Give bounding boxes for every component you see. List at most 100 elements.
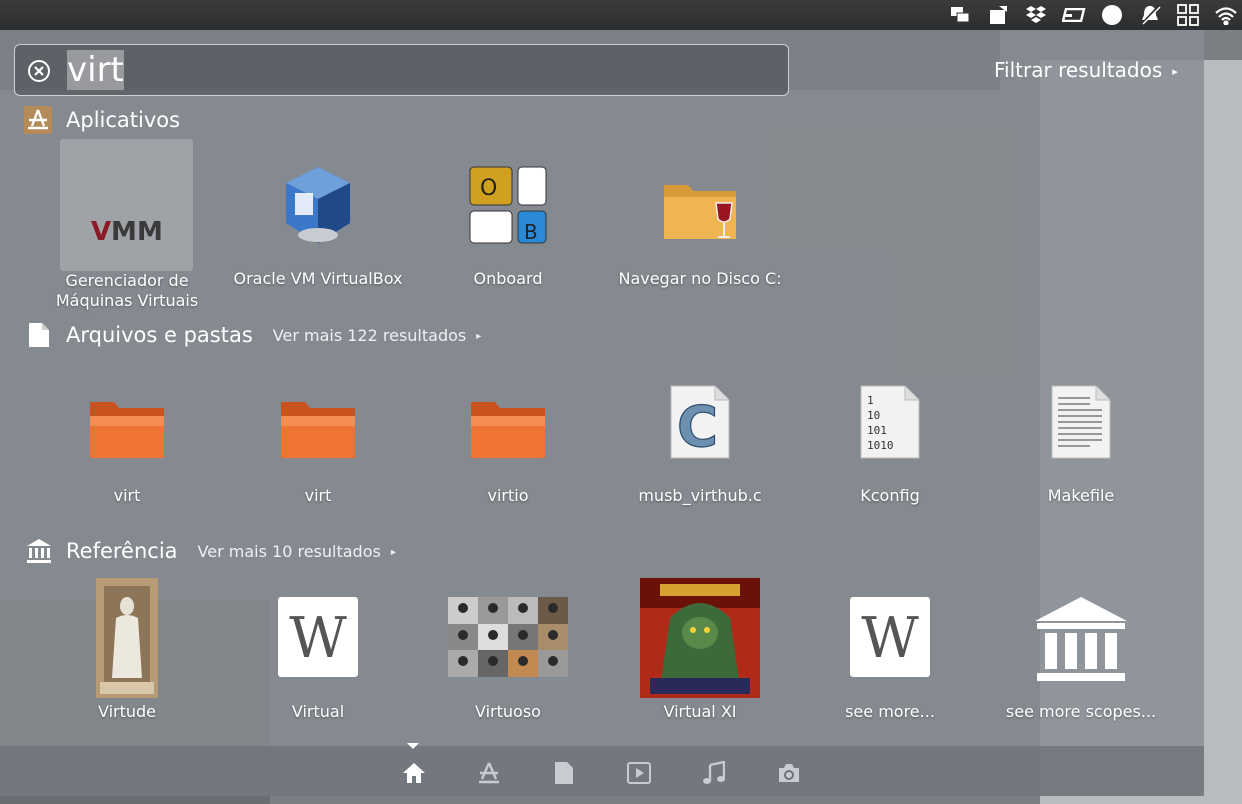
- file-label: virt: [113, 486, 141, 505]
- app-virt-manager[interactable]: VMM Gerenciador de Máquinas Virtuais: [37, 165, 217, 311]
- reference-label: Virtual: [291, 702, 345, 721]
- binary-line: 10: [867, 409, 880, 422]
- category-title: Aplicativos: [66, 108, 181, 132]
- c-glyph: C: [677, 395, 718, 460]
- wine-folder-icon: [610, 165, 790, 245]
- lens-bar: [0, 746, 1204, 796]
- circle-indicator-icon[interactable]: [1100, 3, 1124, 27]
- reference-item[interactable]: Virtude: [37, 576, 217, 722]
- applications-category-icon: [24, 106, 52, 134]
- filter-results-label: Filtrar resultados: [994, 58, 1163, 82]
- file-label: musb_virthub.c: [638, 486, 762, 505]
- notification-muted-icon[interactable]: [1138, 3, 1162, 27]
- file-item[interactable]: virt: [37, 380, 217, 506]
- onboard-key-b: B: [524, 220, 538, 244]
- music-icon[interactable]: [701, 760, 727, 786]
- filter-arrow-icon: ▸: [1172, 65, 1178, 78]
- file-item[interactable]: virt: [228, 380, 408, 506]
- reference-item[interactable]: W Virtual: [228, 576, 408, 722]
- applications-icon[interactable]: [476, 760, 502, 786]
- folder-icon: [418, 380, 598, 460]
- wikipedia-glyph: W: [861, 606, 919, 671]
- file-label: virt: [304, 486, 332, 505]
- app-label: Oracle VM VirtualBox: [233, 269, 403, 288]
- filter-results-button[interactable]: Filtrar resultados ▸: [994, 58, 1178, 82]
- file-label: virtio: [487, 486, 529, 505]
- reference-label: Virtual XI: [663, 702, 737, 721]
- app-label-line2: Máquinas Virtuais: [55, 291, 199, 310]
- search-query: virt: [67, 50, 124, 90]
- onboard-icon: OB: [418, 165, 598, 245]
- category-title: Arquivos e pastas: [66, 323, 253, 347]
- file-item[interactable]: Makefile: [991, 380, 1171, 506]
- see-more-label: Ver mais 10 resultados: [197, 541, 381, 561]
- see-more-wikipedia[interactable]: W see more...: [800, 576, 980, 722]
- clipboard-icon[interactable]: [986, 3, 1010, 27]
- app-label-line1: Gerenciador de: [65, 271, 189, 290]
- search-input[interactable]: virt: [67, 50, 124, 90]
- c-source-file-icon: C: [610, 380, 790, 460]
- reference-category-icon: [27, 539, 51, 563]
- app-navigate-disk-c[interactable]: Navegar no Disco C:: [610, 165, 790, 289]
- see-more-files-link[interactable]: Ver mais 122 resultados ▸: [273, 326, 481, 345]
- virt-manager-icon: VMM: [37, 165, 217, 245]
- category-files: Arquivos e pastas Ver mais 122 resultado…: [28, 322, 481, 348]
- reference-label: see more scopes...: [1005, 702, 1157, 721]
- text-file-icon: [991, 380, 1171, 460]
- reference-item[interactable]: Virtual XI: [610, 576, 790, 722]
- category-title: Referência: [66, 539, 178, 563]
- statue-thumbnail: [37, 576, 217, 698]
- binary-line: 1010: [867, 439, 894, 452]
- file-item[interactable]: C musb_virthub.c: [610, 380, 790, 506]
- photos-icon[interactable]: [776, 760, 802, 786]
- app-label: Navegar no Disco C:: [618, 269, 782, 288]
- dash-indicator-icon[interactable]: [1062, 3, 1086, 27]
- see-more-reference-link[interactable]: Ver mais 10 resultados ▸: [198, 542, 396, 561]
- binary-file-icon: 1 10 101 1010: [800, 380, 980, 460]
- file-item[interactable]: virtio: [418, 380, 598, 506]
- binary-line: 1: [867, 394, 874, 407]
- wikipedia-icon: W: [800, 576, 980, 698]
- dropbox-icon[interactable]: [1024, 3, 1048, 27]
- video-icon[interactable]: [626, 760, 652, 786]
- active-lens-pointer: [407, 743, 419, 749]
- wikipedia-icon: W: [228, 576, 408, 698]
- svg-text:M: M: [111, 217, 137, 245]
- category-reference: Referência Ver mais 10 resultados ▸: [26, 538, 396, 564]
- wifi-icon[interactable]: [1214, 3, 1238, 27]
- network-manager-icon[interactable]: [948, 3, 972, 27]
- workspaces-icon[interactable]: [1176, 3, 1200, 27]
- app-virtualbox[interactable]: Oracle VM VirtualBox: [228, 165, 408, 289]
- category-applications: Aplicativos: [24, 106, 180, 134]
- see-more-arrow-icon: ▸: [390, 546, 396, 558]
- reference-item[interactable]: Virtuoso: [418, 576, 598, 722]
- app-label: Onboard: [473, 269, 543, 288]
- file-item[interactable]: 1 10 101 1010 Kconfig: [800, 380, 980, 506]
- reference-label: see more...: [845, 702, 935, 721]
- folder-icon: [228, 380, 408, 460]
- portraits-thumbnail: [418, 576, 598, 698]
- files-icon[interactable]: [551, 760, 577, 786]
- home-icon[interactable]: [401, 760, 427, 786]
- see-more-label: Ver mais 122 resultados: [272, 325, 467, 345]
- wikipedia-glyph: W: [289, 606, 347, 671]
- clear-search-icon[interactable]: [27, 59, 51, 83]
- onboard-key-o: O: [480, 176, 497, 201]
- file-category-icon: [29, 323, 49, 347]
- reference-label: Virtuoso: [475, 702, 541, 721]
- app-onboard[interactable]: OB Onboard: [418, 165, 598, 289]
- reference-scope-icon: [991, 576, 1171, 698]
- svg-text:V: V: [91, 217, 111, 245]
- folder-icon: [37, 380, 217, 460]
- virtualbox-icon: [228, 165, 408, 245]
- see-more-arrow-icon: ▸: [476, 330, 482, 342]
- search-bar[interactable]: virt: [14, 44, 789, 96]
- indicator-area: [948, 0, 1238, 30]
- see-more-scopes[interactable]: see more scopes...: [991, 576, 1171, 722]
- file-label: Makefile: [1047, 486, 1115, 505]
- svg-text:M: M: [137, 217, 163, 245]
- file-label: Kconfig: [860, 486, 920, 505]
- album-cover-thumbnail: [610, 576, 790, 698]
- binary-line: 101: [867, 424, 887, 437]
- reference-label: Virtude: [97, 702, 157, 721]
